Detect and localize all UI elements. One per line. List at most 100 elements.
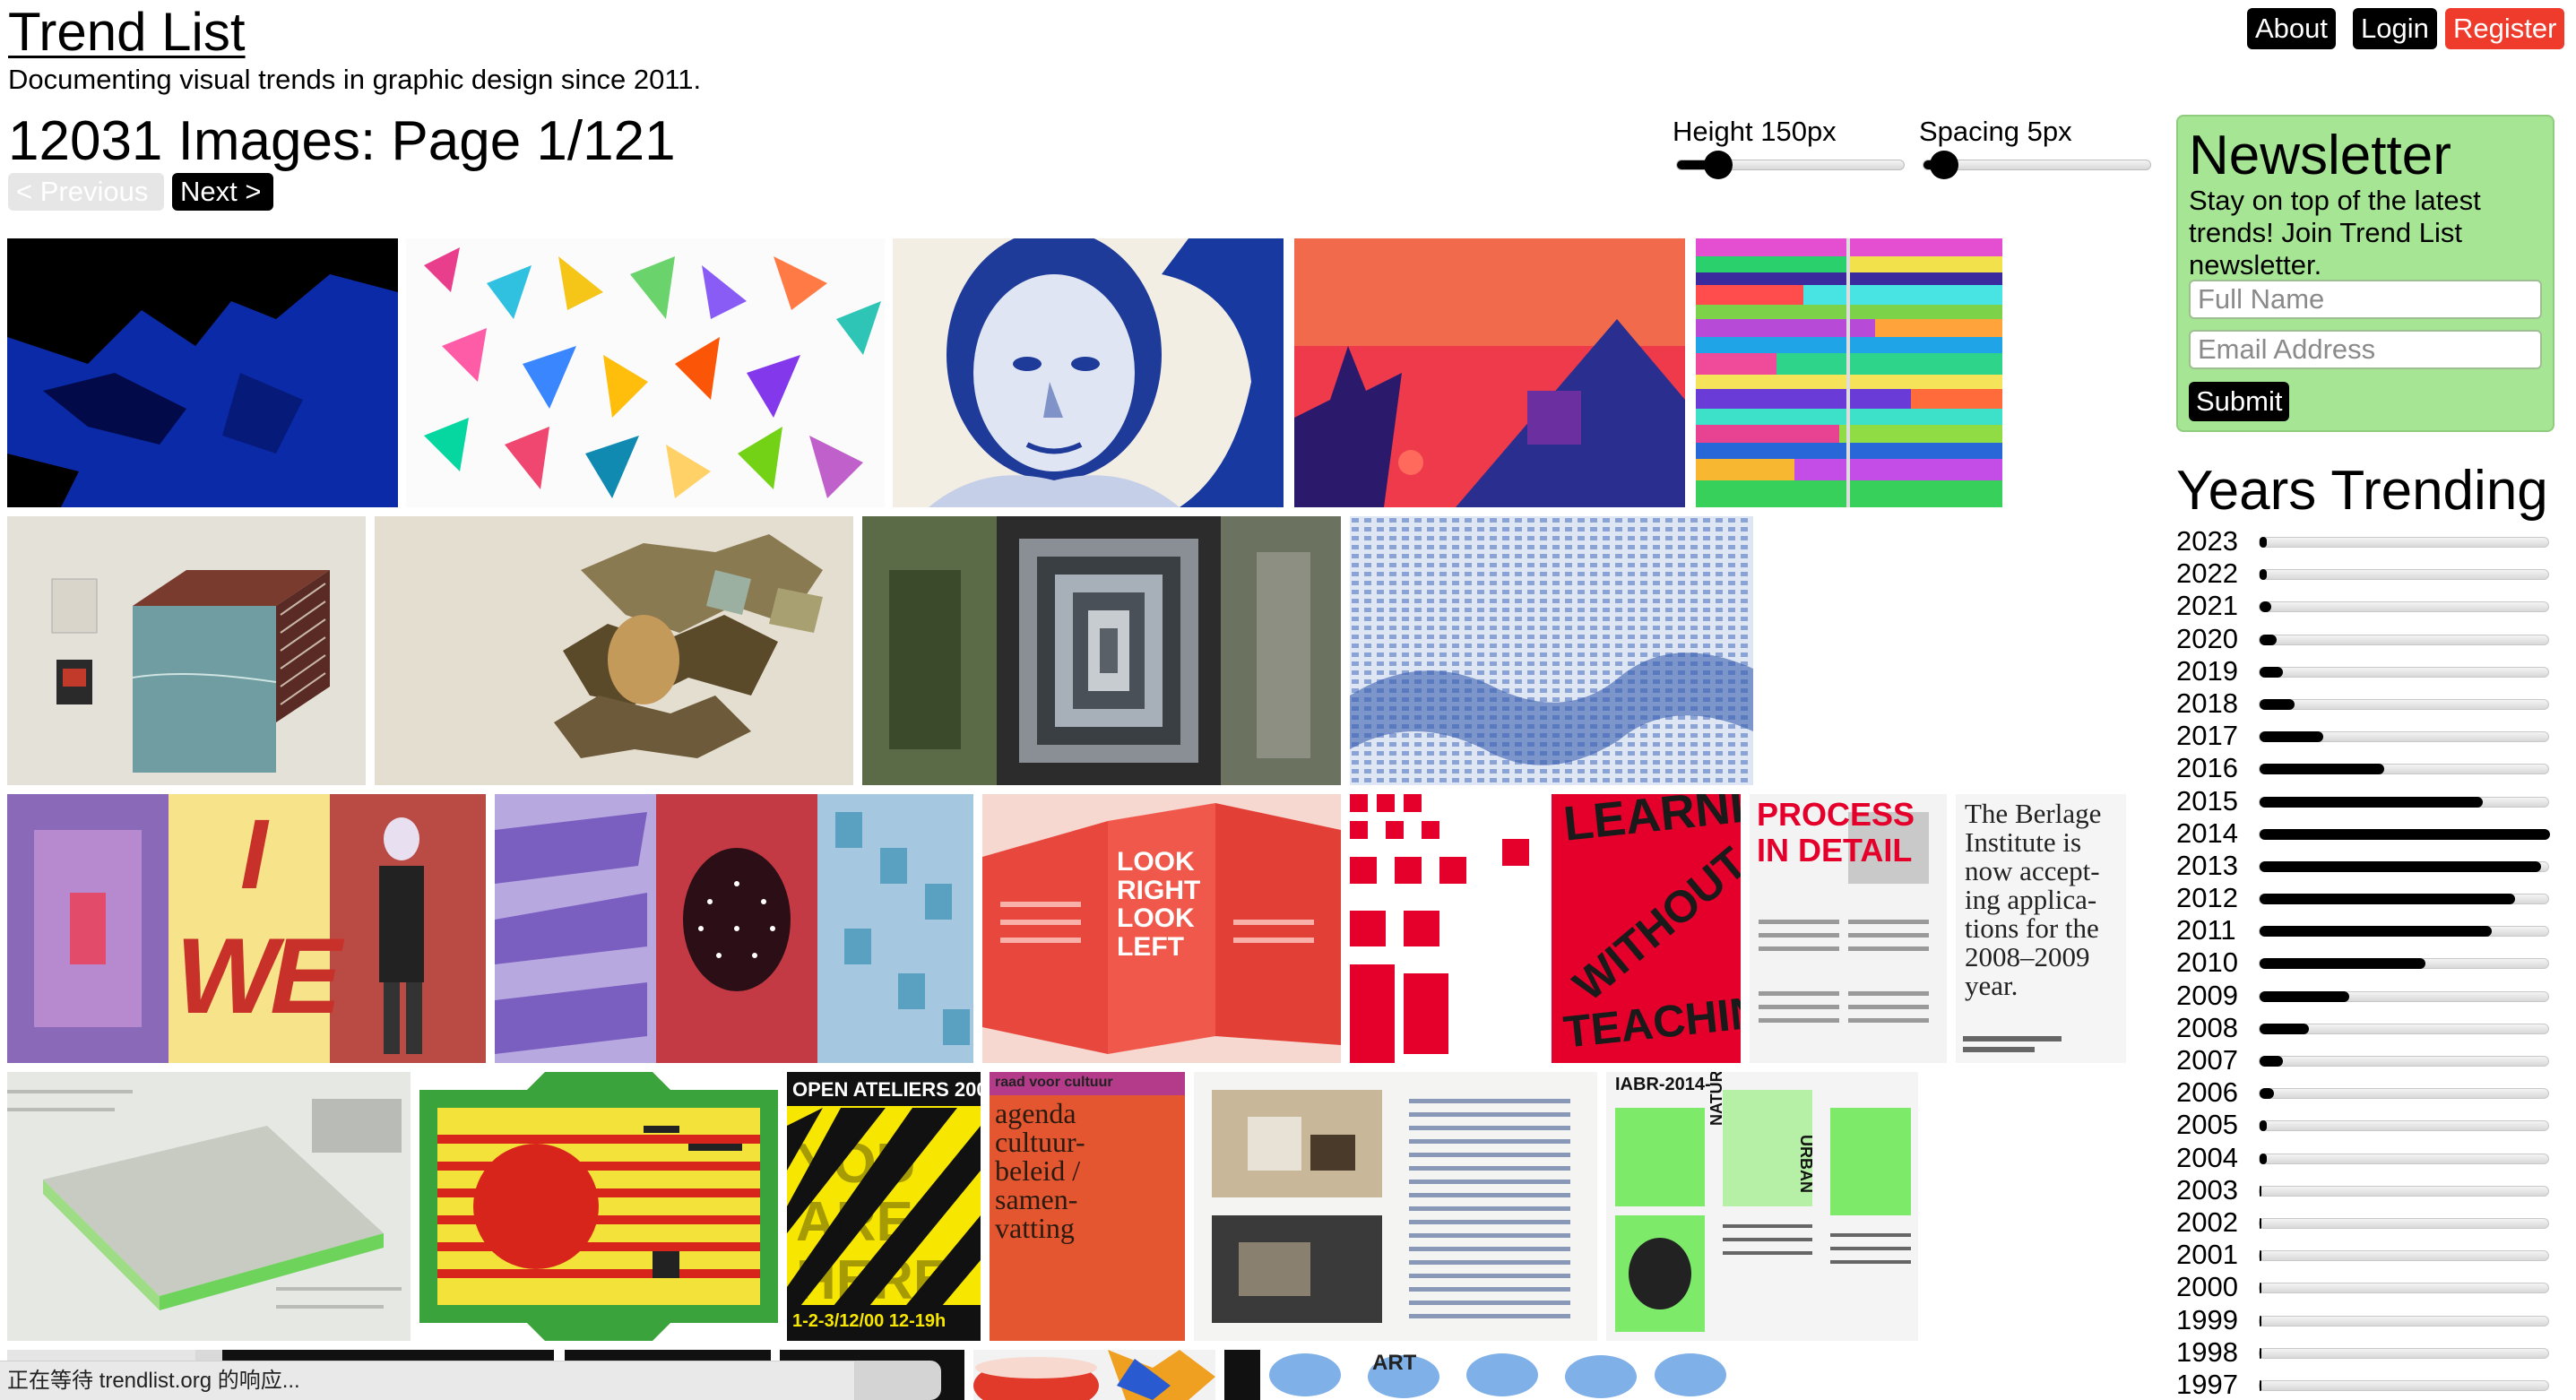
- year-row-2005[interactable]: 2005: [2176, 1109, 2553, 1141]
- year-row-2021[interactable]: 2021: [2176, 590, 2553, 622]
- image-tile[interactable]: IABR-2014- NATURE URBAN: [1606, 1072, 1918, 1341]
- previous-page-button[interactable]: < Previous: [8, 173, 164, 211]
- image-tile[interactable]: LEARNING WITHOUT TEACHING: [1350, 794, 1741, 1063]
- year-trend-fill: [2260, 1217, 2261, 1229]
- collage-i-label: I: [240, 799, 268, 910]
- image-tile[interactable]: I WE: [7, 794, 486, 1063]
- year-trend-fill: [2260, 1120, 2267, 1132]
- year-trend-bar: [2259, 569, 2549, 581]
- year-row-2010[interactable]: 2010: [2176, 946, 2553, 979]
- spacing-slider-thumb[interactable]: [1930, 151, 1959, 179]
- year-label: 2000: [2176, 1271, 2238, 1303]
- year-row-2017[interactable]: 2017: [2176, 720, 2553, 752]
- year-row-2003[interactable]: 2003: [2176, 1174, 2553, 1206]
- year-row-2023[interactable]: 2023: [2176, 525, 2553, 557]
- image-tile[interactable]: [7, 1072, 411, 1341]
- year-row-2008[interactable]: 2008: [2176, 1012, 2553, 1044]
- image-tile[interactable]: [1696, 238, 2002, 507]
- year-trend-fill: [2260, 1283, 2261, 1294]
- year-row-2020[interactable]: 2020: [2176, 623, 2553, 655]
- image-tile[interactable]: [862, 516, 1341, 785]
- year-row-1997[interactable]: 1997: [2176, 1369, 2553, 1400]
- newsletter-title: Newsletter: [2189, 125, 2451, 186]
- year-row-2007[interactable]: 2007: [2176, 1044, 2553, 1076]
- image-tile[interactable]: [406, 238, 885, 507]
- year-row-2009[interactable]: 2009: [2176, 980, 2553, 1012]
- year-trend-bar: [2259, 537, 2549, 548]
- year-label: 2002: [2176, 1206, 2238, 1238]
- year-row-2002[interactable]: 2002: [2176, 1206, 2553, 1239]
- full-name-field[interactable]: [2189, 280, 2542, 319]
- icon-map-image: [419, 1072, 778, 1341]
- iabr-label: IABR-2014-: [1615, 1075, 1711, 1094]
- year-row-2019[interactable]: 2019: [2176, 655, 2553, 687]
- year-trend-bar: [2259, 1023, 2549, 1034]
- year-trend-fill: [2260, 1250, 2261, 1262]
- spacing-slider[interactable]: [1923, 151, 2151, 179]
- year-trend-bar: [2259, 1315, 2549, 1327]
- year-row-1998[interactable]: 1998: [2176, 1336, 2553, 1369]
- image-tile[interactable]: ART: [1224, 1350, 1726, 1400]
- year-label: 2012: [2176, 882, 2238, 914]
- height-slider-label: Height 150px: [1673, 116, 1837, 147]
- year-row-2018[interactable]: 2018: [2176, 687, 2553, 720]
- year-row-2012[interactable]: 2012: [2176, 882, 2553, 914]
- year-trend-fill: [2260, 1153, 2267, 1164]
- image-tile[interactable]: [973, 1350, 1215, 1400]
- year-label: 2021: [2176, 590, 2238, 622]
- year-row-2000[interactable]: 2000: [2176, 1271, 2553, 1303]
- image-tile[interactable]: [7, 238, 398, 507]
- green-booklet-image: [1606, 1072, 1918, 1341]
- about-button[interactable]: About: [2247, 8, 2337, 49]
- submit-button[interactable]: Submit: [2189, 382, 2290, 421]
- year-row-2001[interactable]: 2001: [2176, 1239, 2553, 1271]
- register-button[interactable]: Register: [2445, 8, 2565, 49]
- rgb-glitch-image: [1696, 238, 2002, 507]
- year-trend-bar: [2259, 796, 2549, 808]
- year-trend-fill: [2260, 666, 2283, 678]
- year-row-2006[interactable]: 2006: [2176, 1076, 2553, 1109]
- year-row-2013[interactable]: 2013: [2176, 850, 2553, 882]
- newsletter-panel: Newsletter Stay on top of the latest tre…: [2176, 115, 2554, 432]
- year-label: 2011: [2176, 914, 2236, 946]
- browser-status-bar: 正在等待 trendlist.org 的响应...: [0, 1361, 855, 1400]
- year-trend-bar: [2259, 1379, 2549, 1391]
- berlage-line-3: now accept-: [1965, 855, 2100, 886]
- image-tile[interactable]: [1194, 1072, 1597, 1341]
- year-row-1999[interactable]: 1999: [2176, 1304, 2553, 1336]
- login-button[interactable]: Login: [2353, 8, 2437, 49]
- year-trend-bar: [2259, 1347, 2549, 1359]
- image-tile[interactable]: [1350, 516, 1753, 785]
- height-slider[interactable]: [1676, 151, 1905, 179]
- image-row: OPEN ATELIERS 2000 YOU ARE HERE 1-2-3/12…: [7, 1072, 1918, 1341]
- year-label: 2016: [2176, 752, 2238, 784]
- image-tile[interactable]: [419, 1072, 778, 1341]
- image-tile[interactable]: [375, 516, 853, 785]
- year-trend-fill: [2260, 1315, 2261, 1327]
- image-tile[interactable]: PROCESS IN DETAIL: [1750, 794, 1947, 1063]
- year-label: 2023: [2176, 525, 2238, 557]
- image-tile[interactable]: LOOK RIGHT LOOK LEFT: [982, 794, 1341, 1063]
- year-trend-fill: [2260, 958, 2425, 970]
- year-row-2014[interactable]: 2014: [2176, 817, 2553, 850]
- site-title-link[interactable]: Trend List: [8, 2, 246, 63]
- year-row-2004[interactable]: 2004: [2176, 1142, 2553, 1174]
- image-tile[interactable]: [495, 794, 973, 1063]
- image-tile[interactable]: [1294, 238, 1685, 507]
- year-label: 2015: [2176, 784, 2238, 817]
- email-field[interactable]: [2189, 330, 2542, 369]
- image-tile[interactable]: raad voor cultuur agenda cultuur- beleid…: [990, 1072, 1185, 1341]
- image-tile[interactable]: The Berlage Institute is now accept- ing…: [1956, 794, 2126, 1063]
- next-page-button[interactable]: Next >: [172, 173, 273, 211]
- year-row-2022[interactable]: 2022: [2176, 557, 2553, 590]
- image-tile[interactable]: [893, 238, 1284, 507]
- image-tile[interactable]: [7, 516, 366, 785]
- blue-glitch-image: [7, 238, 398, 507]
- year-trend-bar: [2259, 634, 2549, 645]
- height-slider-thumb[interactable]: [1704, 151, 1733, 179]
- year-row-2011[interactable]: 2011: [2176, 914, 2553, 946]
- year-row-2016[interactable]: 2016: [2176, 752, 2553, 784]
- image-tile[interactable]: OPEN ATELIERS 2000 YOU ARE HERE 1-2-3/12…: [787, 1072, 981, 1341]
- image-row: I WE LOOK RIGHT LOOK LEFT LEARNING WITHO…: [7, 794, 2162, 1063]
- year-row-2015[interactable]: 2015: [2176, 785, 2553, 817]
